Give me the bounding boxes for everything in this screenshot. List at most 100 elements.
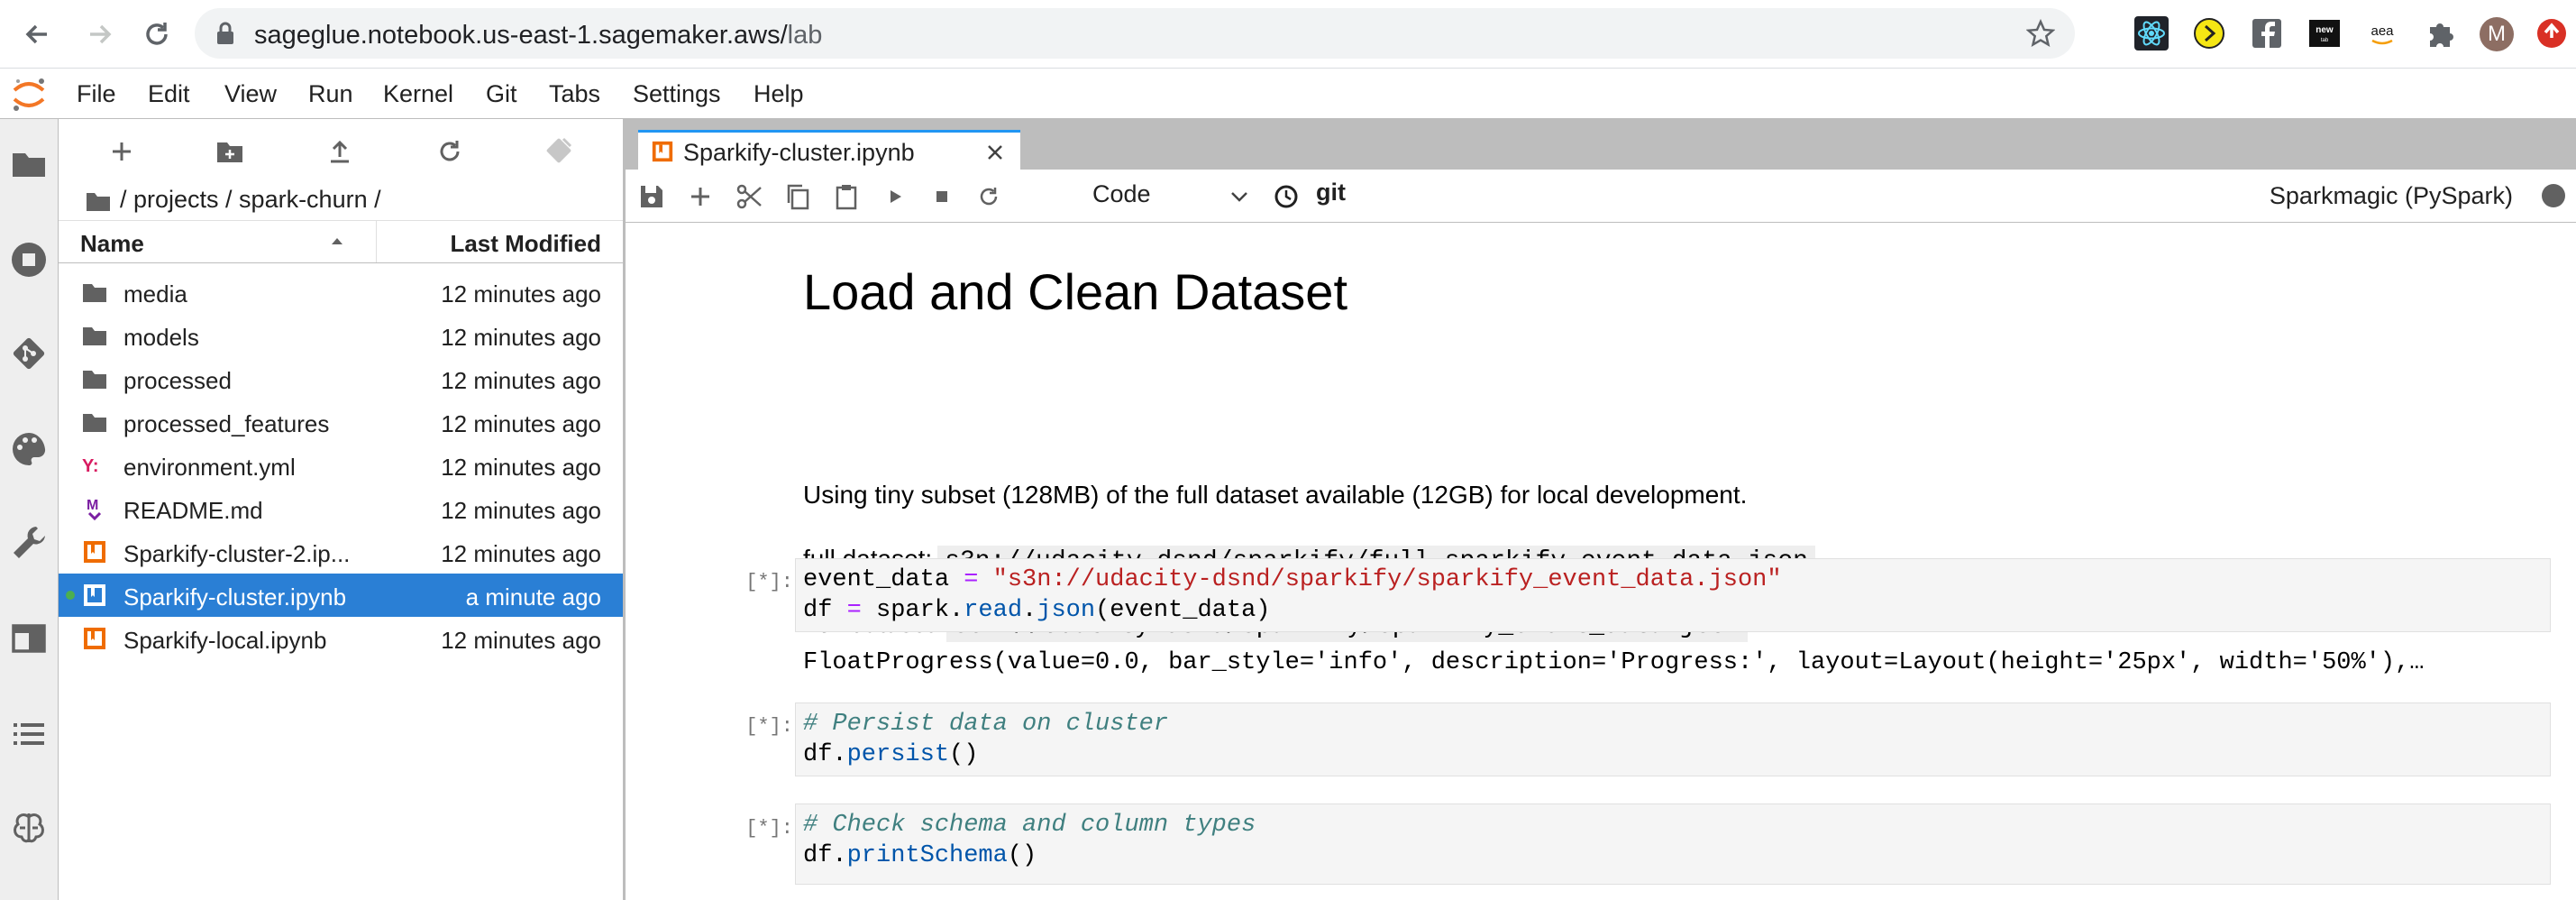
cell-output: FloatProgress(value=0.0, bar_style='info…: [803, 649, 2425, 676]
clock-icon[interactable]: [1273, 183, 1300, 210]
file-browser-tab[interactable]: [9, 144, 49, 184]
table-of-contents-tab[interactable]: [9, 714, 49, 754]
code-token: (event_data): [1095, 597, 1271, 624]
file-name: processed_features: [123, 410, 330, 437]
stop-icon[interactable]: [928, 183, 955, 210]
notebook-file-icon: [652, 141, 673, 162]
code-token: df: [803, 741, 833, 768]
running-sessions-tab[interactable]: [9, 240, 49, 280]
tools-tab[interactable]: [9, 523, 49, 563]
file-modified: 12 minutes ago: [441, 280, 601, 308]
code-comment: # Persist data on cluster: [803, 711, 1169, 738]
code-token: event_data: [803, 566, 950, 593]
tab-sparkify-cluster[interactable]: Sparkify-cluster.ipynb: [638, 130, 1020, 170]
menu-run[interactable]: Run: [308, 80, 353, 108]
close-icon[interactable]: [984, 142, 1006, 163]
new-launcher-button[interactable]: [105, 135, 138, 168]
restart-icon[interactable]: [975, 183, 1002, 210]
git-clone-button[interactable]: [544, 135, 576, 168]
column-last-modified[interactable]: Last Modified: [450, 230, 601, 258]
code-cell-2[interactable]: # Persist data on cluster df.persist(): [795, 703, 2551, 776]
aea-extension-icon[interactable]: aea: [2365, 16, 2399, 51]
code-cell-1[interactable]: event_data = "s3n://udacity-dsnd/sparkif…: [795, 558, 2551, 632]
menu-tabs[interactable]: Tabs: [549, 80, 600, 108]
cut-icon[interactable]: [735, 183, 763, 210]
wrench-icon: [14, 527, 45, 558]
file-row-readme-md[interactable]: M README.md 12 minutes ago: [59, 487, 623, 530]
facebook-icon[interactable]: [2250, 16, 2284, 51]
svg-text:M: M: [87, 498, 98, 513]
url-host: sageglue.notebook.us-east-1.sagemaker.aw…: [254, 21, 788, 50]
chevron-down-icon: [1231, 192, 1247, 202]
menu-settings[interactable]: Settings: [633, 80, 721, 108]
new-tab-extension-icon[interactable]: new tab: [2307, 16, 2342, 51]
file-row-sparkify-local[interactable]: Sparkify-local.ipynb 12 minutes ago: [59, 617, 623, 660]
profile-initial: M: [2488, 22, 2506, 46]
notebook-toolbar: Code git Sparkmagic (PySpark): [626, 170, 2576, 223]
new-folder-icon: [217, 142, 242, 162]
paste-icon[interactable]: [833, 183, 860, 210]
menu-kernel[interactable]: Kernel: [383, 80, 453, 108]
code-cell-3[interactable]: # Check schema and column types df.print…: [795, 804, 2551, 885]
folder-icon: [83, 327, 106, 345]
run-icon[interactable]: [882, 183, 909, 210]
open-tabs-tab[interactable]: [9, 619, 49, 658]
file-row-processed-features[interactable]: processed_features 12 minutes ago: [59, 400, 623, 444]
profile-avatar[interactable]: M: [2479, 16, 2514, 51]
code-line: df.persist(): [803, 739, 2543, 770]
new-folder-button[interactable]: [214, 135, 246, 168]
insert-cell-icon[interactable]: [687, 183, 714, 210]
code-token: =: [846, 597, 862, 624]
save-icon[interactable]: [638, 183, 665, 210]
brain-icon: [14, 813, 44, 843]
reload-button[interactable]: [139, 16, 175, 52]
file-row-sparkify-cluster-2[interactable]: Sparkify-cluster-2.ip... 12 minutes ago: [59, 530, 623, 574]
file-row-models[interactable]: models 12 minutes ago: [59, 314, 623, 357]
refresh-button[interactable]: [434, 135, 466, 168]
menu-file[interactable]: File: [77, 80, 116, 108]
menu-edit[interactable]: Edit: [148, 80, 190, 108]
svg-text:tab: tab: [2321, 38, 2329, 43]
code-line: df = spark.read.json(event_data): [803, 595, 2543, 626]
sagemaker-tab[interactable]: [9, 808, 49, 848]
file-name: Sparkify-cluster.ipynb: [123, 583, 347, 611]
file-row-sparkify-cluster[interactable]: Sparkify-cluster.ipynb a minute ago: [59, 574, 623, 617]
menu-help[interactable]: Help: [754, 80, 804, 108]
react-devtools-icon[interactable]: [2134, 16, 2169, 51]
home-folder-icon[interactable]: [86, 190, 111, 212]
breadcrumb-path[interactable]: / projects / spark-churn /: [120, 186, 381, 213]
file-modified: 12 minutes ago: [441, 410, 601, 437]
column-name[interactable]: Name: [80, 230, 144, 258]
forward-button[interactable]: [81, 16, 117, 52]
git-tab[interactable]: [9, 334, 49, 373]
back-button[interactable]: [20, 16, 56, 52]
file-row-processed[interactable]: processed 12 minutes ago: [59, 357, 623, 400]
file-name: Sparkify-local.ipynb: [123, 627, 327, 654]
git-clone-icon: [546, 137, 572, 163]
file-row-environment-yml[interactable]: Y: environment.yml 12 minutes ago: [59, 444, 623, 487]
notebook-file-icon: [84, 628, 105, 649]
folder-icon: [83, 284, 106, 302]
cell-type-value: Code: [1092, 180, 1151, 207]
git-diff-button[interactable]: git: [1316, 179, 1346, 207]
file-row-media[interactable]: media 12 minutes ago: [59, 271, 623, 314]
kernel-name[interactable]: Sparkmagic (PySpark): [2270, 182, 2513, 210]
url-text: sageglue.notebook.us-east-1.sagemaker.aw…: [254, 21, 822, 51]
menu-view[interactable]: View: [224, 80, 277, 108]
lock-icon: [217, 22, 233, 44]
puzzle-icon[interactable]: [2423, 16, 2457, 51]
update-alert-icon[interactable]: [2535, 16, 2569, 51]
cell-type-dropdown[interactable]: Code: [1083, 170, 1264, 222]
bookmark-star-icon[interactable]: [2026, 19, 2055, 48]
svg-text:new: new: [2316, 25, 2334, 35]
cell-prompt: [*]:: [745, 715, 793, 738]
property-inspector-tab[interactable]: [9, 429, 49, 469]
address-bar[interactable]: sageglue.notebook.us-east-1.sagemaker.aw…: [195, 8, 2075, 59]
copy-icon[interactable]: [784, 183, 811, 210]
upload-button[interactable]: [324, 135, 356, 168]
column-separator[interactable]: [376, 221, 377, 262]
yellow-arrow-extension-icon[interactable]: [2192, 16, 2226, 51]
sort-ascending-icon[interactable]: [331, 236, 343, 245]
git-icon: [13, 337, 45, 370]
menu-git[interactable]: Git: [486, 80, 517, 108]
